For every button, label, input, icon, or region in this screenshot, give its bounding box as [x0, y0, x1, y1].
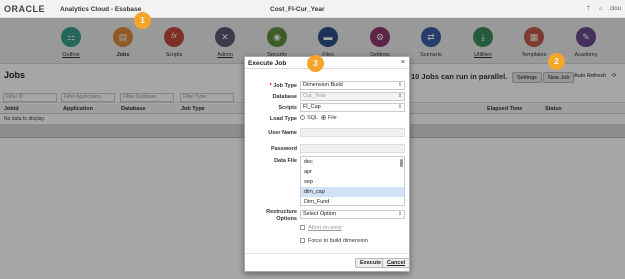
list-item[interactable]: sep: [301, 177, 404, 187]
password-label: Password: [271, 146, 297, 152]
dialog-title: Execute Job: [248, 60, 287, 67]
user-name-label: User Name: [268, 130, 297, 136]
step-badge-2: 2: [548, 53, 565, 70]
listbox-scrollbar[interactable]: [400, 159, 403, 167]
force-build-option[interactable]: Force to build dimension: [300, 238, 368, 244]
user-menu[interactable]: clou: [610, 6, 621, 12]
data-file-listbox[interactable]: dec apr sep dim_cap Dim_Fund: [300, 156, 405, 206]
scripts-select[interactable]: Fl_Cap ⇕: [300, 103, 405, 112]
restructure-options-select[interactable]: Select Option ⇕: [300, 210, 405, 219]
file-radio[interactable]: [320, 115, 326, 121]
restructure-value: Select Option: [303, 211, 337, 217]
execute-job-dialog: Execute Job × * Job Type Dimension Build…: [244, 56, 411, 272]
app-name: Analytics Cloud - Essbase: [60, 6, 142, 13]
load-type-radios: SQL File: [300, 115, 337, 121]
restructure-options-label: Restructure Options: [266, 209, 297, 222]
database-select: Cur_Year ⇕: [300, 92, 405, 101]
database-value: Cur_Year: [303, 93, 327, 99]
file-radio-label: File: [327, 115, 337, 121]
job-type-value: Dimension Build: [303, 82, 343, 88]
step-badge-1: 1: [134, 12, 151, 29]
scripts-label: Scripts: [278, 105, 297, 111]
select-arrow-icon: ⇕: [397, 104, 402, 110]
home-icon[interactable]: ⌂: [599, 6, 603, 12]
scripts-value: Fl_Cap: [303, 104, 321, 110]
list-item[interactable]: apr: [301, 167, 404, 177]
top-right-icons: ⇡ ⌂ clou: [580, 5, 621, 12]
dialog-footer: Execute Cancel: [245, 253, 411, 271]
data-file-label: Data File: [274, 158, 297, 164]
select-arrow-icon: ⇕: [397, 93, 402, 99]
sql-radio-label: SQL: [307, 115, 318, 121]
cancel-button[interactable]: Cancel: [382, 258, 411, 268]
job-type-select[interactable]: Dimension Build ⇕: [300, 81, 405, 90]
dialog-header: Execute Job ×: [245, 57, 409, 69]
list-item[interactable]: Dim_Fund: [301, 197, 404, 205]
load-type-label: Load Type: [269, 116, 297, 122]
list-item[interactable]: dec: [301, 157, 404, 167]
database-label: Database: [272, 94, 297, 100]
top-bar: ORACLE Analytics Cloud - Essbase Cost_FI…: [0, 0, 625, 18]
force-build-checkbox[interactable]: [300, 238, 305, 244]
select-arrow-icon: ⇕: [397, 82, 402, 88]
abort-label: Abort on error: [308, 225, 342, 231]
oracle-logo: ORACLE: [4, 4, 45, 14]
list-item-selected[interactable]: dim_cap: [301, 187, 404, 197]
password-input[interactable]: [300, 144, 405, 153]
close-icon[interactable]: ×: [401, 59, 405, 66]
job-type-label: * Job Type: [269, 83, 297, 89]
user-name-input[interactable]: [300, 128, 405, 137]
sql-radio[interactable]: [300, 115, 305, 121]
step-badge-3: 3: [307, 55, 324, 72]
select-arrow-icon: ⇕: [397, 211, 402, 217]
force-build-label: Force to build dimension: [308, 238, 368, 244]
abort-on-error-option[interactable]: Abort on error: [300, 225, 342, 231]
abort-checkbox[interactable]: [300, 225, 305, 231]
up-arrow-icon[interactable]: ⇡: [586, 6, 591, 12]
page-title: Cost_FI-Cur_Year: [270, 6, 325, 13]
